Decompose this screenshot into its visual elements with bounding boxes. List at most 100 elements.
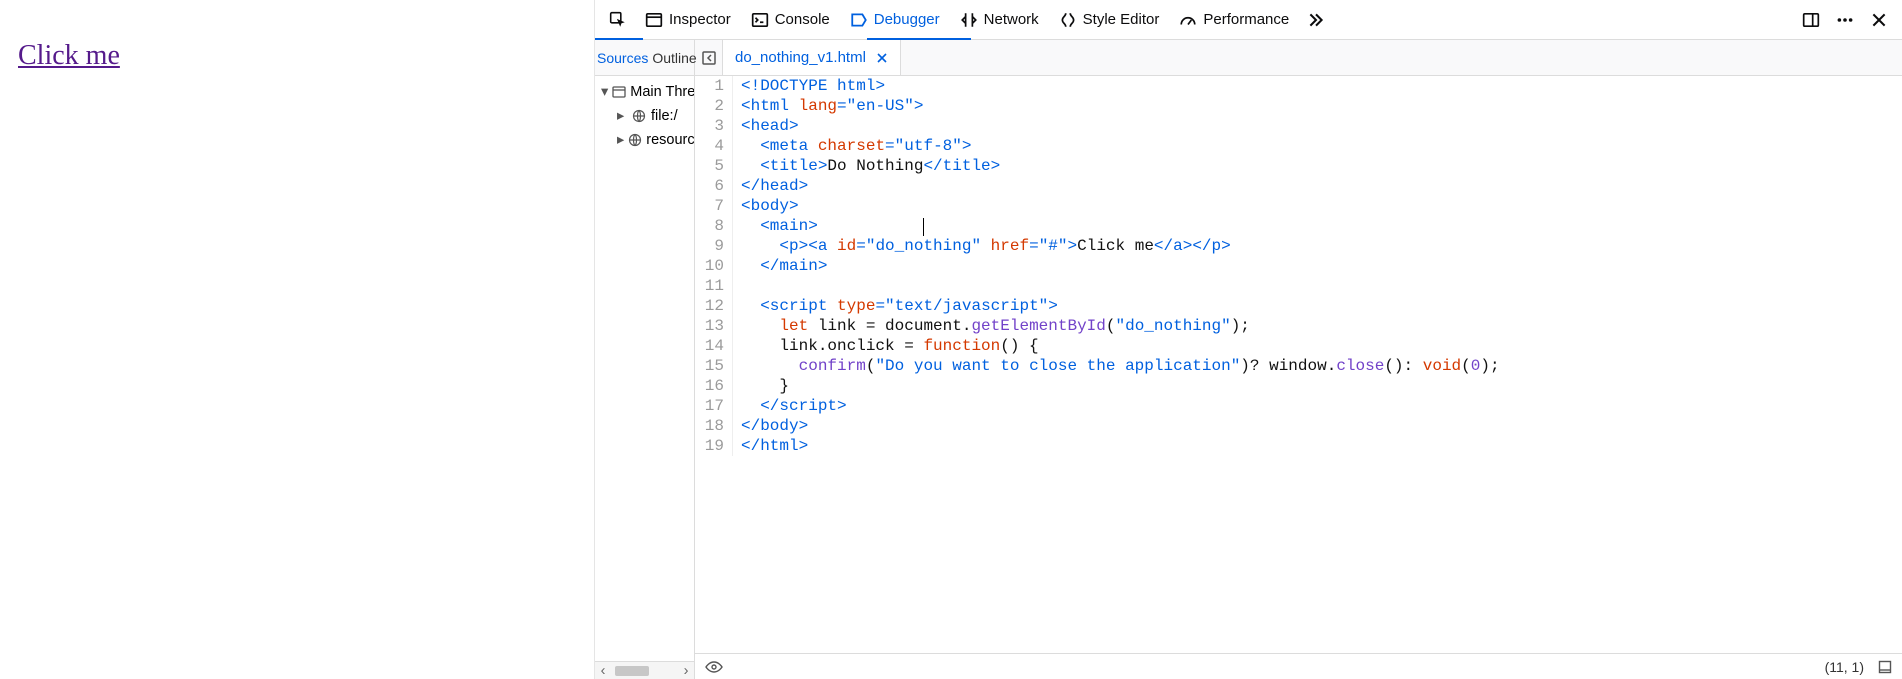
code-content[interactable]: </html> bbox=[733, 436, 808, 456]
code-content[interactable]: <head> bbox=[733, 116, 799, 136]
tab-debugger-label: Debugger bbox=[874, 11, 940, 28]
line-number[interactable]: 9 bbox=[695, 236, 733, 256]
scroll-right-icon[interactable]: › bbox=[678, 663, 694, 679]
code-line[interactable]: 4 <meta charset="utf-8"> bbox=[695, 136, 1902, 156]
code-content[interactable]: </body> bbox=[733, 416, 808, 436]
globe-icon bbox=[631, 108, 647, 124]
line-number[interactable]: 13 bbox=[695, 316, 733, 336]
tab-console[interactable]: Console bbox=[741, 0, 840, 40]
code-line[interactable]: 17 </script> bbox=[695, 396, 1902, 416]
click-me-link[interactable]: Click me bbox=[18, 40, 120, 71]
code-line[interactable]: 12 <script type="text/javascript"> bbox=[695, 296, 1902, 316]
code-line[interactable]: 8 <main> bbox=[695, 216, 1902, 236]
code-line[interactable]: 15 confirm("Do you want to close the app… bbox=[695, 356, 1902, 376]
code-line[interactable]: 18</body> bbox=[695, 416, 1902, 436]
code-content[interactable]: <html lang="en-US"> bbox=[733, 96, 923, 116]
line-number[interactable]: 4 bbox=[695, 136, 733, 156]
tree-main-thread[interactable]: ▾ Main Thread bbox=[595, 80, 694, 104]
tab-performance[interactable]: Performance bbox=[1169, 0, 1299, 40]
line-number[interactable]: 10 bbox=[695, 256, 733, 276]
outline-tab[interactable]: Outline bbox=[650, 50, 698, 66]
line-number[interactable]: 15 bbox=[695, 356, 733, 376]
tab-network-label: Network bbox=[984, 11, 1039, 28]
line-number[interactable]: 16 bbox=[695, 376, 733, 396]
source-file-tab[interactable]: do_nothing_v1.html bbox=[723, 40, 901, 75]
tab-style-editor-label: Style Editor bbox=[1083, 11, 1160, 28]
meatballs-icon bbox=[1836, 11, 1854, 29]
code-line[interactable]: 1<!DOCTYPE html> bbox=[695, 76, 1902, 96]
scroll-left-icon[interactable]: ‹ bbox=[595, 663, 611, 679]
line-number[interactable]: 11 bbox=[695, 276, 733, 296]
file-tab-label: do_nothing_v1.html bbox=[735, 49, 866, 66]
code-content[interactable]: <main> bbox=[733, 216, 818, 236]
code-content[interactable]: } bbox=[733, 376, 789, 396]
dock-side-button[interactable] bbox=[1794, 3, 1828, 37]
element-picker-button[interactable] bbox=[601, 3, 635, 37]
code-content[interactable]: <body> bbox=[733, 196, 799, 216]
line-number[interactable]: 14 bbox=[695, 336, 733, 356]
code-content[interactable]: let link = document.getElementById("do_n… bbox=[733, 316, 1250, 336]
line-number[interactable]: 17 bbox=[695, 396, 733, 416]
code-content[interactable]: </main> bbox=[733, 256, 827, 276]
map-icon[interactable] bbox=[1878, 660, 1892, 674]
sources-tab[interactable]: Sources bbox=[595, 50, 650, 66]
line-number[interactable]: 18 bbox=[695, 416, 733, 436]
pointer-icon bbox=[609, 11, 627, 29]
tab-performance-label: Performance bbox=[1203, 11, 1289, 28]
line-number[interactable]: 7 bbox=[695, 196, 733, 216]
line-number[interactable]: 8 bbox=[695, 216, 733, 236]
scroll-thumb[interactable] bbox=[615, 666, 649, 676]
line-number[interactable]: 3 bbox=[695, 116, 733, 136]
code-line[interactable]: 10 </main> bbox=[695, 256, 1902, 276]
devtools-menu-button[interactable] bbox=[1828, 3, 1862, 37]
code-line[interactable]: 6</head> bbox=[695, 176, 1902, 196]
line-number[interactable]: 5 bbox=[695, 156, 733, 176]
line-number[interactable]: 19 bbox=[695, 436, 733, 456]
overflow-tabs-button[interactable] bbox=[1299, 3, 1333, 37]
debugger-icon bbox=[850, 11, 868, 29]
code-line[interactable]: 7<body> bbox=[695, 196, 1902, 216]
code-content[interactable]: confirm("Do you want to close the applic… bbox=[733, 356, 1500, 376]
line-number[interactable]: 2 bbox=[695, 96, 733, 116]
devtools-close-button[interactable] bbox=[1862, 3, 1896, 37]
code-line[interactable]: 14 link.onclick = function() { bbox=[695, 336, 1902, 356]
tab-inspector[interactable]: Inspector bbox=[635, 0, 741, 40]
tab-debugger[interactable]: Debugger bbox=[840, 0, 950, 40]
tree-resource-label: resource bbox=[646, 132, 694, 148]
code-content[interactable]: <p><a id="do_nothing" href="#">Click me<… bbox=[733, 236, 1231, 256]
line-number[interactable]: 1 bbox=[695, 76, 733, 96]
code-content[interactable]: <title>Do Nothing</title> bbox=[733, 156, 1000, 176]
code-line[interactable]: 16 } bbox=[695, 376, 1902, 396]
collapse-sidebar-button[interactable] bbox=[695, 40, 723, 75]
tree-resource-origin[interactable]: ▸ resource bbox=[595, 128, 694, 152]
code-line[interactable]: 2<html lang="en-US"> bbox=[695, 96, 1902, 116]
network-icon bbox=[960, 11, 978, 29]
tree-file-origin[interactable]: ▸ file:/ bbox=[595, 104, 694, 128]
tree-h-scrollbar[interactable]: ‹ › bbox=[595, 661, 694, 679]
console-icon bbox=[751, 11, 769, 29]
code-content[interactable]: <meta charset="utf-8"> bbox=[733, 136, 971, 156]
code-line[interactable]: 19</html> bbox=[695, 436, 1902, 456]
code-content[interactable]: </script> bbox=[733, 396, 847, 416]
code-content[interactable]: <script type="text/javascript"> bbox=[733, 296, 1058, 316]
editor-footer: (11, 1) bbox=[695, 653, 1902, 679]
code-content[interactable] bbox=[733, 276, 741, 296]
performance-icon bbox=[1179, 11, 1197, 29]
dock-icon bbox=[1802, 11, 1820, 29]
page-preview: Click me bbox=[0, 0, 595, 679]
code-content[interactable]: link.onclick = function() { bbox=[733, 336, 1039, 356]
file-tab-close-button[interactable] bbox=[876, 52, 888, 64]
tab-style-editor[interactable]: Style Editor bbox=[1049, 0, 1170, 40]
code-line[interactable]: 5 <title>Do Nothing</title> bbox=[695, 156, 1902, 176]
code-content[interactable]: </head> bbox=[733, 176, 808, 196]
code-line[interactable]: 13 let link = document.getElementById("d… bbox=[695, 316, 1902, 336]
code-line[interactable]: 3<head> bbox=[695, 116, 1902, 136]
watch-icon[interactable] bbox=[705, 661, 723, 673]
code-content[interactable]: <!DOCTYPE html> bbox=[733, 76, 885, 96]
code-line[interactable]: 9 <p><a id="do_nothing" href="#">Click m… bbox=[695, 236, 1902, 256]
code-area[interactable]: 1<!DOCTYPE html>2<html lang="en-US">3<he… bbox=[695, 76, 1902, 653]
tab-network[interactable]: Network bbox=[950, 0, 1049, 40]
code-line[interactable]: 11 bbox=[695, 276, 1902, 296]
line-number[interactable]: 12 bbox=[695, 296, 733, 316]
line-number[interactable]: 6 bbox=[695, 176, 733, 196]
